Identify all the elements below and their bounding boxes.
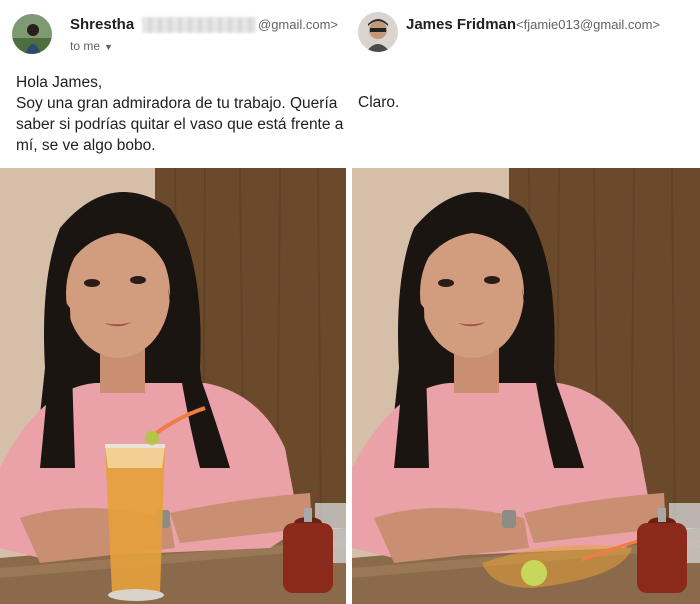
sender-name: Shrestha	[70, 16, 135, 33]
reply-sender-name: James Fridman	[406, 16, 517, 33]
original-email-panel: Shrestha @gmail.com> to me ▼ Hola James, …	[0, 0, 346, 604]
reply-message-body: Claro.	[358, 94, 400, 111]
sender-avatar[interactable]	[12, 14, 52, 54]
message-body: Hola James, Soy una gran admiradora de t…	[16, 74, 344, 154]
sender-email-domain: @gmail.com>	[258, 17, 339, 32]
recipient-dropdown[interactable]: to me ▼	[70, 39, 113, 53]
reply-email-panel: James Fridman <fjamie013@gmail.com> Clar…	[352, 0, 700, 604]
original-photo	[0, 168, 346, 604]
recipient-label: to me	[70, 39, 101, 53]
chevron-down-icon: ▼	[104, 42, 113, 52]
reply-sender-avatar[interactable]	[358, 12, 398, 52]
reply-sender-email: <fjamie013@gmail.com>	[516, 17, 660, 32]
redacted-email-address	[142, 17, 256, 33]
edited-photo	[352, 168, 700, 604]
